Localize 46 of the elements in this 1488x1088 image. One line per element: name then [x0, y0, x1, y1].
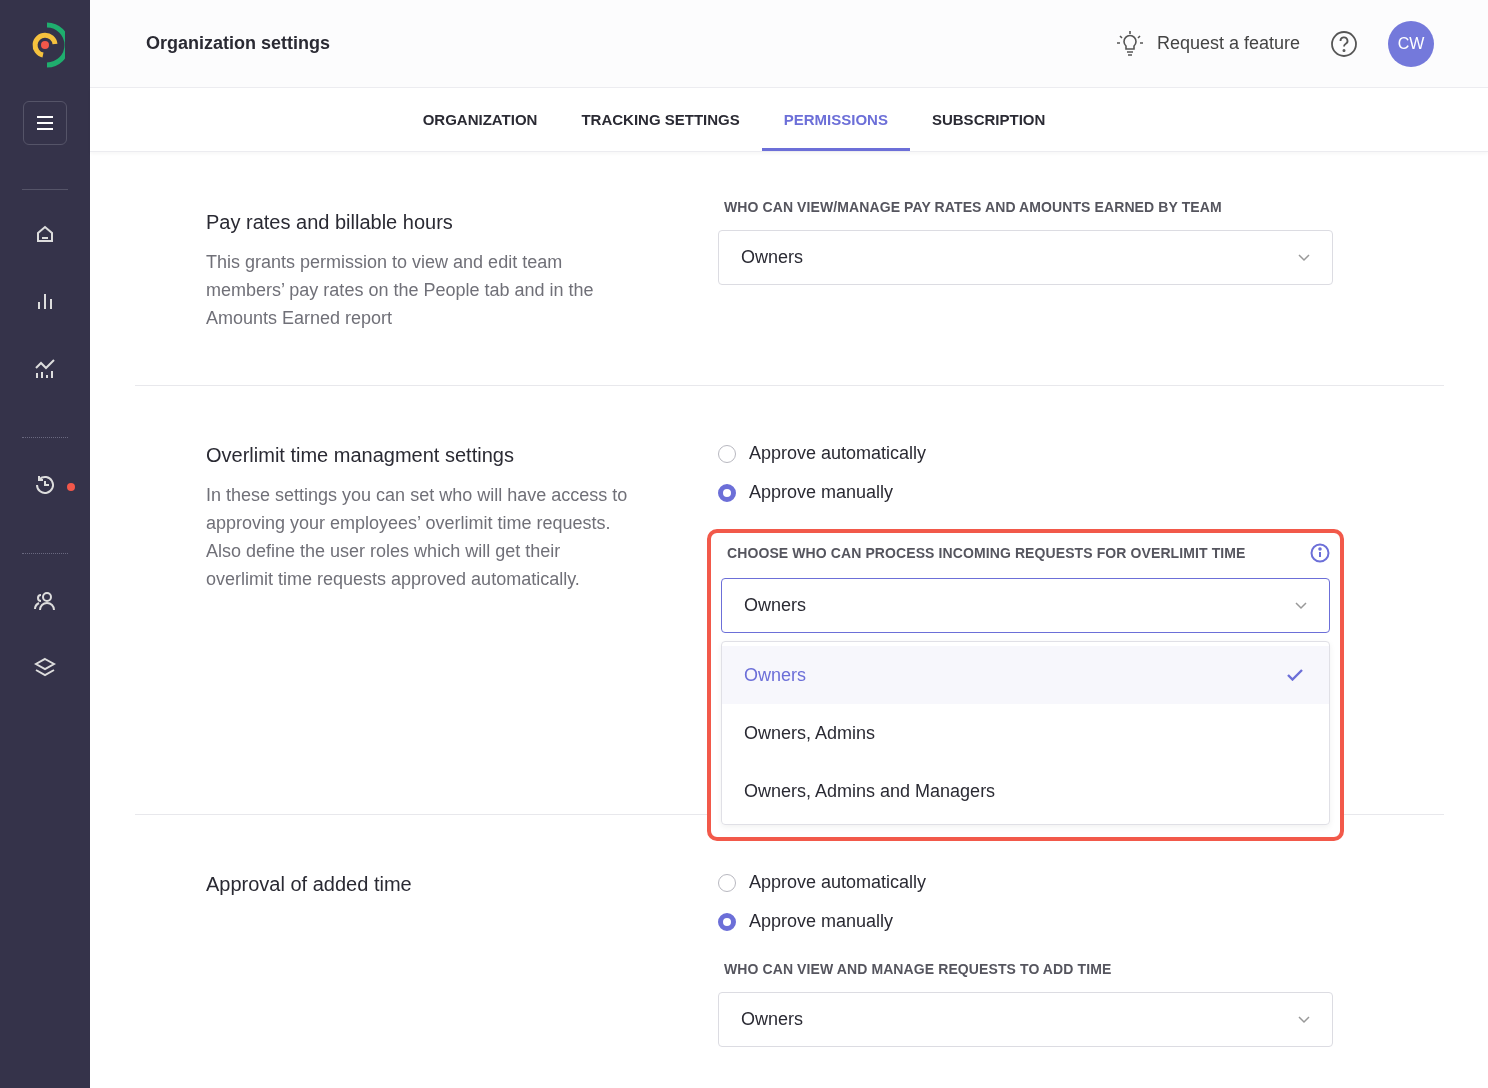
home-icon[interactable]: [35, 224, 55, 244]
section-description: This grants permission to view and edit team members’ pay rates on the People tab and in the Amounts Earned report: [206, 251, 595, 330]
radio-button[interactable]: [718, 912, 736, 931]
menu-button[interactable]: [23, 101, 67, 145]
field-label: CHOOSE WHO CAN PROCESS INCOMING REQUESTS FOR OVERLIMIT TIME: [727, 545, 1246, 561]
chevron-down-icon: [1298, 1015, 1310, 1024]
radio-label: Approve automatically: [749, 443, 927, 464]
radio-option[interactable]: Approve automatically: [718, 434, 1333, 473]
dropdown-option[interactable]: Owners, Admins and Managers: [722, 762, 1329, 820]
bar-chart-icon[interactable]: [35, 291, 55, 311]
user-avatar[interactable]: CW: [1388, 20, 1434, 67]
page-title: Organization settings: [146, 33, 331, 54]
radio-label: Approve automatically: [749, 872, 927, 893]
dropdown-option[interactable]: Owners: [722, 646, 1329, 704]
info-icon[interactable]: [1310, 543, 1330, 563]
radio-label: Approve manually: [749, 482, 894, 503]
section-title: Pay rates and billable hours: [206, 211, 454, 234]
menu-icon: [36, 116, 54, 130]
field-label: WHO CAN VIEW AND MANAGE REQUESTS TO ADD TIME: [724, 961, 1112, 977]
radio-option[interactable]: Approve automatically: [718, 863, 1333, 902]
section-title: Overlimit time managment settings: [206, 444, 515, 467]
checkmark-icon: [1287, 669, 1303, 681]
dropdown-select[interactable]: Owners: [721, 578, 1330, 633]
dropdown-option[interactable]: Owners, Admins: [722, 704, 1329, 762]
radio-label: Approve manually: [749, 911, 894, 932]
radio-button[interactable]: [718, 483, 736, 502]
layers-icon[interactable]: [34, 657, 56, 679]
request-feature-link[interactable]: Request a feature: [1114, 28, 1300, 59]
radio-option[interactable]: Approve manually: [718, 473, 1333, 512]
dropdown-select[interactable]: Owners: [718, 992, 1333, 1047]
section-description: In these settings you can set who will have access to approving your employees’ overlimit time requests. Also define the user roles which will get their overlimit time requests approved automatically.: [206, 484, 629, 591]
section-title: Approval of added time: [206, 873, 413, 896]
settings-tab[interactable]: SUBSCRIPTION: [909, 91, 1068, 151]
chevron-down-icon: [1295, 601, 1307, 610]
settings-tab[interactable]: PERMISSIONS: [761, 91, 910, 151]
help-icon[interactable]: [1330, 29, 1358, 58]
users-icon[interactable]: [33, 590, 57, 612]
trend-chart-icon[interactable]: [34, 358, 56, 380]
radio-option[interactable]: Approve manually: [718, 902, 1333, 941]
dropdown-select[interactable]: Owners: [718, 230, 1333, 285]
settings-tab[interactable]: TRACKING SETTINGS: [559, 91, 762, 151]
chevron-down-icon: [1298, 253, 1310, 262]
history-icon[interactable]: [34, 474, 56, 496]
field-label: WHO CAN VIEW/MANAGE PAY RATES AND AMOUNTS EARNED BY TEAM: [724, 199, 1222, 215]
lightbulb-icon: [1114, 28, 1145, 59]
settings-tab[interactable]: ORGANIZATION: [400, 91, 560, 151]
